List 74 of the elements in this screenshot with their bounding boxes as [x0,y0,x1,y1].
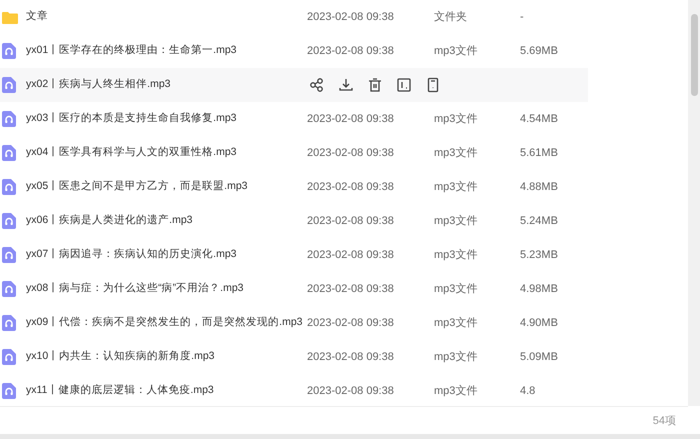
audio-file-icon [2,383,16,399]
file-size: 4.54MB [520,112,559,127]
audio-file-icon [2,179,16,195]
file-size: 4.8 [520,384,536,399]
modified-date: 2023-02-08 09:38 [307,248,395,263]
audio-file-icon [2,349,16,365]
file-type: mp3文件 [434,350,478,365]
file-type: mp3文件 [434,248,478,263]
file-name[interactable]: yx05丨医患之间不是甲方乙方，而是联盟.mp3 [26,179,307,195]
modified-date: 2023-02-08 09:38 [307,10,395,25]
file-size: 4.88MB [520,180,559,195]
file-type: mp3文件 [434,44,478,59]
file-type: 文件夹 [434,10,468,25]
file-size: 4.90MB [520,316,559,331]
file-size: 5.61MB [520,146,559,161]
audio-file-icon [2,315,16,331]
modified-date: 2023-02-08 09:38 [307,112,395,127]
audio-file-icon [2,247,16,263]
audio-file-icon [2,77,16,93]
modified-date: 2023-02-08 09:38 [307,180,395,195]
file-row[interactable]: yx08丨病与症：为什么这些“病”不用治？.mp3 2023-02-08 09:38 mp3文件 4.98MB [0,272,688,306]
modified-date: 2023-02-08 09:38 [307,282,395,297]
file-row[interactable]: yx04丨医学具有科学与人文的双重性格.mp3 2023-02-08 09:38 mp3文件 5.61MB [0,136,688,170]
file-row[interactable]: yx07丨病因追寻：疾病认知的历史演化.mp3 2023-02-08 09:38 mp3文件 5.23MB [0,238,688,272]
file-type: mp3文件 [434,214,478,229]
file-row[interactable]: yx11丨健康的底层逻辑：人体免疫.mp3 2023-02-08 09:38 mp3文件 4.8 [0,374,688,408]
download-icon[interactable] [338,77,354,93]
file-name[interactable]: yx09丨代偿：疾病不是突然发生的，而是突然发现的.mp3 [26,315,307,331]
file-row[interactable]: yx02丨疾病与人终生相伴.mp3 [0,68,588,102]
modified-date: 2023-02-08 09:38 [307,316,395,331]
audio-file-icon [2,43,16,59]
file-row[interactable]: yx09丨代偿：疾病不是突然发生的，而是突然发现的.mp3 2023-02-08 09:38 mp3文件 4.90MB [0,306,688,340]
file-row[interactable]: yx10丨内共生：认知疾病的新角度.mp3 2023-02-08 09:38 mp3文件 5.09MB [0,340,688,374]
file-size: 5.69MB [520,44,559,59]
audio-file-icon [2,213,16,229]
file-name[interactable]: yx04丨医学具有科学与人文的双重性格.mp3 [26,145,307,161]
file-size: - [520,10,525,25]
modified-date: 2023-02-08 09:38 [307,350,395,365]
item-count: 54项 [652,414,676,429]
file-row[interactable]: 文章 2023-02-08 09:38 文件夹 - [0,0,688,34]
file-name[interactable]: yx01丨医学存在的终极理由：生命第一.mp3 [26,43,307,59]
file-name[interactable]: 文章 [26,9,307,25]
file-name[interactable]: yx06丨疾病是人类进化的遗产.mp3 [26,213,307,229]
file-row[interactable]: yx06丨疾病是人类进化的遗产.mp3 2023-02-08 09:38 mp3文件 5.24MB [0,204,688,238]
scrollbar[interactable] [688,0,700,406]
file-type: mp3文件 [434,112,478,127]
file-type: mp3文件 [434,146,478,161]
file-size: 5.23MB [520,248,559,263]
file-type: mp3文件 [434,180,478,195]
share-icon[interactable] [309,77,325,93]
file-row[interactable]: yx01丨医学存在的终极理由：生命第一.mp3 2023-02-08 09:38 mp3文件 5.69MB [0,34,688,68]
file-name[interactable]: yx10丨内共生：认知疾病的新角度.mp3 [26,349,307,365]
trash-icon[interactable] [367,77,383,93]
file-size: 5.24MB [520,214,559,229]
file-name[interactable]: yx11丨健康的底层逻辑：人体免疫.mp3 [26,383,307,399]
file-row[interactable]: yx05丨医患之间不是甲方乙方，而是联盟.mp3 2023-02-08 09:38 mp3文件 4.88MB [0,170,688,204]
file-size: 5.09MB [520,350,559,365]
audio-file-icon [2,281,16,297]
file-name[interactable]: yx02丨疾病与人终生相伴.mp3 [26,77,307,93]
file-type: mp3文件 [434,316,478,331]
modified-date: 2023-02-08 09:38 [307,384,395,399]
file-name[interactable]: yx03丨医疗的本质是支持生命自我修复.mp3 [26,111,307,127]
modified-date: 2023-02-08 09:38 [307,214,395,229]
file-size: 4.98MB [520,282,559,297]
folder-icon [2,10,18,24]
file-row[interactable]: yx03丨医疗的本质是支持生命自我修复.mp3 2023-02-08 09:38 mp3文件 4.54MB [0,102,688,136]
modified-date: 2023-02-08 09:38 [307,44,395,59]
file-type: mp3文件 [434,282,478,297]
file-name[interactable]: yx07丨病因追寻：疾病认知的历史演化.mp3 [26,247,307,263]
audio-file-icon [2,111,16,127]
modified-date: 2023-02-08 09:38 [307,146,395,161]
file-name[interactable]: yx08丨病与症：为什么这些“病”不用治？.mp3 [26,281,307,297]
file-type: mp3文件 [434,384,478,399]
audio-file-icon [2,145,16,161]
